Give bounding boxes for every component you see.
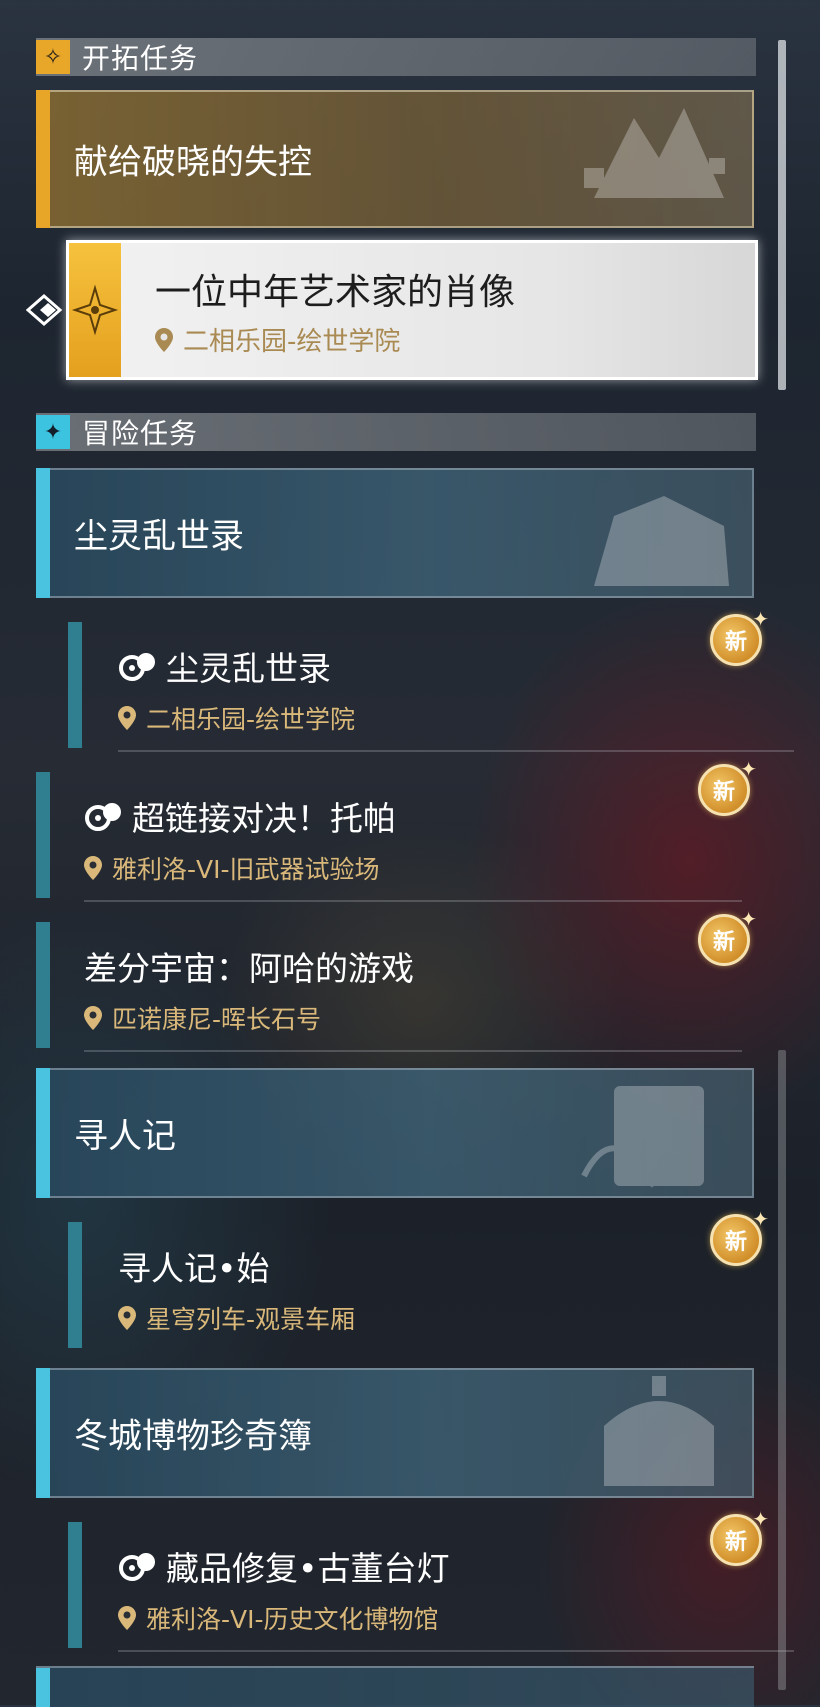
scrollbar-thumb[interactable] bbox=[778, 40, 786, 390]
chapter-card[interactable]: 尘灵乱世录 bbox=[36, 468, 754, 598]
selected-quest-card[interactable]: 一位中年艺术家的肖像 二相乐园-绘世学院 bbox=[66, 240, 758, 380]
quest-item[interactable]: 尘灵乱世录 二相乐园-绘世学院 bbox=[68, 612, 794, 752]
quest-title: 寻人记•始 bbox=[118, 1242, 269, 1290]
accent-bar bbox=[69, 243, 121, 377]
compass-star-icon bbox=[71, 284, 119, 336]
new-badge-icon: 新 ✦ bbox=[710, 1507, 769, 1566]
map-pin-icon bbox=[118, 706, 136, 730]
accent-bar bbox=[36, 90, 50, 228]
chapter-emblem-icon bbox=[581, 1086, 704, 1188]
quest-title: 差分宇宙：阿哈的游戏 bbox=[84, 942, 414, 990]
quest-location: 二相乐园-绘世学院 bbox=[118, 700, 355, 736]
chapter-card[interactable]: 冬城博物珍奇簿 bbox=[36, 1368, 754, 1498]
map-pin-icon bbox=[84, 1006, 102, 1030]
map-pin-icon bbox=[84, 856, 102, 880]
chapter-title: 献给破晓的失控 bbox=[74, 142, 312, 183]
map-pin-icon bbox=[118, 1606, 136, 1630]
badge-text: 新 bbox=[712, 930, 735, 955]
badge-text: 新 bbox=[724, 1230, 747, 1255]
chapter-emblem-icon bbox=[584, 108, 725, 198]
chapter-card-partial[interactable] bbox=[36, 1666, 754, 1707]
chapter-emblem-icon bbox=[594, 496, 729, 586]
activity-swirl-icon bbox=[85, 803, 121, 831]
location-text: 雅利洛-VI-旧武器试验场 bbox=[112, 855, 380, 884]
quest-title-text: 尘灵乱世录 bbox=[166, 649, 331, 688]
quest-location: 匹诺康尼-晖长石号 bbox=[84, 1000, 321, 1036]
map-pin-icon bbox=[118, 1306, 136, 1330]
quest-title-text: 差分宇宙：阿哈的游戏 bbox=[84, 949, 414, 988]
location-text: 二相乐园-绘世学院 bbox=[183, 327, 401, 357]
quest-item[interactable]: 超链接对决！托帕 雅利洛-VI-旧武器试验场 bbox=[36, 762, 742, 902]
section-title: 冒险任务 bbox=[82, 417, 199, 450]
badge-text: 新 bbox=[712, 780, 735, 805]
new-badge-icon: 新 ✦ bbox=[698, 757, 757, 816]
quest-item[interactable]: 藏品修复•古董台灯 雅利洛-VI-历史文化博物馆 bbox=[68, 1512, 794, 1652]
accent-bar bbox=[68, 622, 82, 748]
accent-bar bbox=[36, 1668, 50, 1707]
trailblaze-chapter-card[interactable]: 献给破晓的失控 bbox=[36, 90, 754, 228]
activity-swirl-icon bbox=[119, 653, 155, 681]
new-badge-icon: 新 ✦ bbox=[698, 907, 757, 966]
quest-title-text: 藏品修复•古董台灯 bbox=[166, 1549, 450, 1588]
badge-text: 新 bbox=[724, 630, 747, 655]
accent-bar bbox=[36, 922, 50, 1048]
quest-title: 一位中年艺术家的肖像 bbox=[155, 272, 516, 313]
chapter-title: 寻人记 bbox=[74, 1116, 176, 1157]
location-text: 二相乐园-绘世学院 bbox=[146, 705, 356, 734]
badge-text: 新 bbox=[724, 1530, 747, 1555]
divider bbox=[118, 750, 794, 752]
new-badge-icon: 新 ✦ bbox=[710, 607, 769, 666]
scrollbar-track[interactable] bbox=[778, 1050, 786, 1690]
compass-star-icon: ✧ bbox=[36, 40, 70, 74]
accent-bar bbox=[36, 1368, 50, 1498]
quest-location: 星穹列车-观景车厢 bbox=[118, 1300, 355, 1336]
quest-title: 藏品修复•古董台灯 bbox=[118, 1542, 449, 1590]
location-text: 匹诺康尼-晖长石号 bbox=[112, 1005, 322, 1034]
quest-item[interactable]: 差分宇宙：阿哈的游戏 匹诺康尼-晖长石号 bbox=[36, 912, 742, 1052]
accent-bar bbox=[36, 468, 50, 598]
quest-location: 雅利洛-VI-历史文化博物馆 bbox=[118, 1600, 439, 1636]
quest-item[interactable]: 寻人记•始 星穹列车-观景车厢 bbox=[68, 1212, 768, 1352]
quest-title-text: 寻人记•始 bbox=[118, 1249, 270, 1288]
location-text: 雅利洛-VI-历史文化博物馆 bbox=[146, 1605, 439, 1634]
chapter-card[interactable]: 寻人记 bbox=[36, 1068, 754, 1198]
section-header-trailblaze: ✧ 开拓任务 bbox=[36, 38, 756, 76]
location-text: 星穹列车-观景车厢 bbox=[146, 1305, 356, 1334]
quest-title: 尘灵乱世录 bbox=[118, 642, 331, 690]
chapter-title: 冬城博物珍奇簿 bbox=[74, 1416, 312, 1457]
accent-bar bbox=[68, 1222, 82, 1348]
quest-title-text: 超链接对决！托帕 bbox=[132, 799, 396, 838]
diamond-pointer-icon bbox=[26, 294, 63, 326]
section-header-adventure: ✦ 冒险任务 bbox=[36, 413, 756, 451]
divider bbox=[84, 900, 742, 902]
accent-bar bbox=[36, 772, 50, 898]
quest-title: 超链接对决！托帕 bbox=[84, 792, 396, 840]
quest-location: 二相乐园-绘世学院 bbox=[155, 321, 400, 358]
chapter-emblem-icon bbox=[604, 1376, 714, 1486]
chapter-title: 尘灵乱世录 bbox=[74, 516, 244, 557]
four-point-star-icon: ✦ bbox=[36, 415, 70, 449]
quest-location: 雅利洛-VI-旧武器试验场 bbox=[84, 850, 380, 886]
accent-bar bbox=[36, 1068, 50, 1198]
map-pin-icon bbox=[155, 327, 173, 352]
section-title: 开拓任务 bbox=[82, 42, 199, 75]
new-badge-icon: 新 ✦ bbox=[710, 1207, 769, 1266]
divider bbox=[84, 1050, 742, 1052]
divider bbox=[118, 1650, 794, 1652]
accent-bar bbox=[68, 1522, 82, 1648]
activity-swirl-icon bbox=[119, 1553, 155, 1581]
